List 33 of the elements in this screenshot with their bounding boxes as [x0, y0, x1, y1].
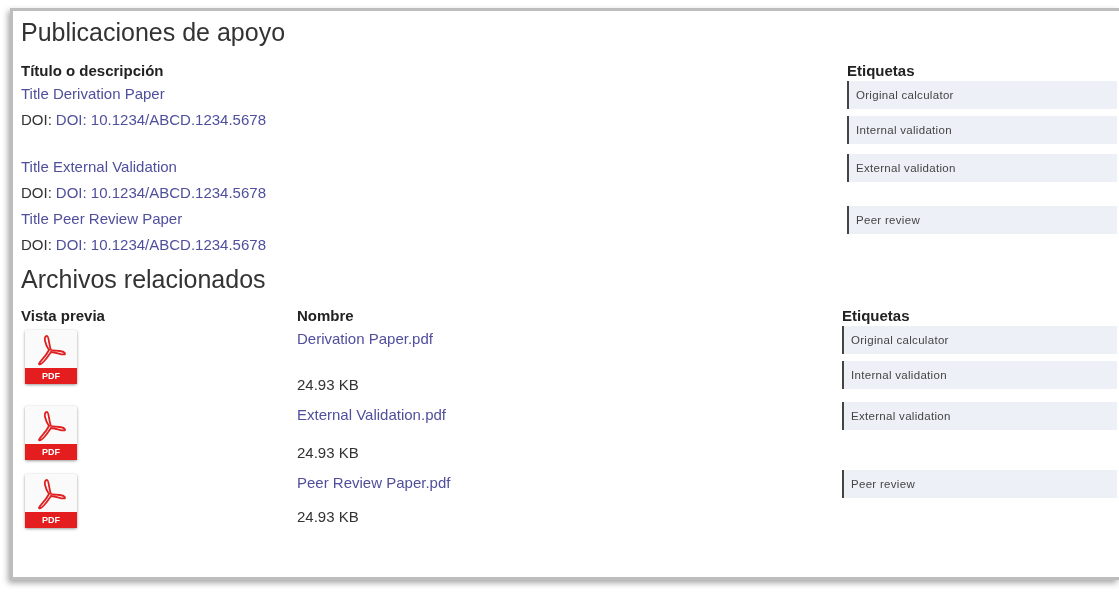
pdf-label: PDF	[25, 444, 77, 460]
column-header: Vista previa	[21, 306, 106, 326]
doi-label: DOI:	[21, 110, 52, 130]
pdf-label: PDF	[25, 512, 77, 528]
doi-link[interactable]: DOI: 10.1234/ABCD.1234.5678	[55, 180, 266, 206]
pdf-label: PDF	[25, 368, 77, 384]
doi-label: DOI:	[21, 235, 52, 255]
section-title: Publicaciones de apoyo	[21, 17, 287, 47]
tag: Peer review	[842, 470, 1117, 498]
publication-title-link[interactable]: Title Peer Review Paper	[21, 206, 183, 232]
file-size: 24.93 KB	[297, 507, 359, 527]
publication-title-link[interactable]: Title Derivation Paper	[21, 81, 165, 107]
publication-title-link[interactable]: Title External Validation	[21, 154, 177, 180]
tag: Internal validation	[847, 116, 1117, 144]
tag: Original calculator	[842, 326, 1117, 354]
doi-link[interactable]: DOI: 10.1234/ABCD.1234.5678	[55, 107, 266, 133]
file-size: 24.93 KB	[297, 375, 359, 395]
file-name-link[interactable]: Peer Review Paper.pdf	[297, 470, 451, 496]
doi-link[interactable]: DOI: 10.1234/ABCD.1234.5678	[55, 232, 266, 258]
tag: External validation	[842, 402, 1117, 430]
column-header: Etiquetas	[842, 306, 911, 326]
file-name-link[interactable]: Derivation Paper.pdf	[297, 326, 433, 352]
column-header: Etiquetas	[847, 61, 916, 81]
tag: Peer review	[847, 206, 1117, 234]
doi-label: DOI:	[21, 183, 52, 203]
file-size: 24.93 KB	[297, 443, 359, 463]
section-title: Archivos relacionados	[21, 264, 267, 294]
tag: Internal validation	[842, 361, 1117, 389]
file-name-link[interactable]: External Validation.pdf	[297, 402, 446, 428]
column-header: Título o descripción	[21, 61, 165, 81]
tag: Original calculator	[847, 81, 1117, 109]
tag: External validation	[847, 154, 1117, 182]
column-header: Nombre	[297, 306, 355, 326]
